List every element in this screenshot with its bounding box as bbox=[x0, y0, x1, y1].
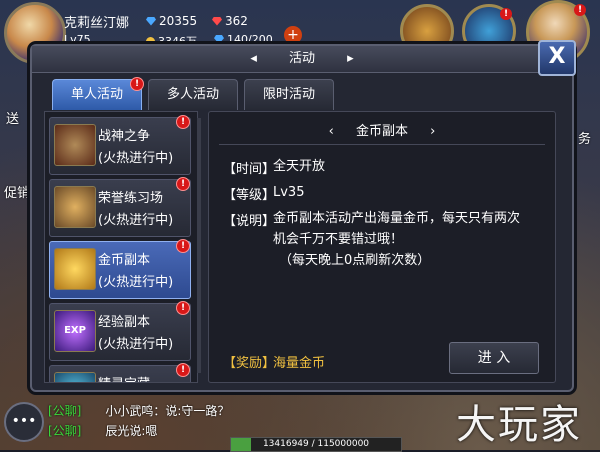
chat-text: 小小武鸣：说:守一路？ bbox=[105, 404, 230, 418]
dialog-title: 活动 bbox=[288, 51, 315, 66]
ruby-value: 362 bbox=[225, 14, 248, 28]
diamond-value: 20355 bbox=[159, 14, 198, 28]
activity-detail-panel: ‹ 金币副本 › 【时间】 全天开放 【等级】 Lv35 【说明】 金币副本活动… bbox=[208, 111, 556, 383]
divider bbox=[219, 144, 545, 145]
detail-chevron-right-icon: › bbox=[430, 124, 436, 139]
ruby-icon bbox=[212, 16, 222, 26]
chat-channel: [公聊] bbox=[48, 404, 82, 418]
activity-list[interactable]: 战神之争 (火热进行中) ! 荣誉练习场 (火热进行中) ! 金币副本 (火热进… bbox=[44, 111, 198, 383]
diamond-counter: 20355 bbox=[146, 14, 197, 28]
treasure-icon bbox=[54, 372, 96, 382]
description-label: 【说明】 bbox=[223, 214, 276, 229]
add-currency-button[interactable]: + bbox=[284, 26, 302, 44]
tab-label: 单人活动 bbox=[70, 87, 123, 102]
item-name: 战神之争 bbox=[98, 129, 151, 144]
exp-icon: EXP bbox=[54, 310, 96, 352]
chat-line: [公聊] 辰光说:嗯 bbox=[48, 422, 157, 439]
detail-title: 金币副本 bbox=[355, 124, 408, 139]
side-button-task[interactable]: 务 bbox=[578, 128, 591, 147]
list-item-war-god[interactable]: 战神之争 (火热进行中) bbox=[49, 117, 191, 175]
list-item-honor-arena[interactable]: 荣誉练习场 (火热进行中) bbox=[49, 179, 191, 237]
item-status: (火热进行中) bbox=[98, 213, 174, 228]
item-status: (火热进行中) bbox=[98, 337, 174, 352]
exp-text: 13416949 / 115000000 bbox=[262, 439, 370, 449]
list-item-spirit-treasure[interactable]: 精灵宝藏 bbox=[49, 365, 191, 382]
chat-bubble-icon[interactable]: ••• bbox=[4, 402, 44, 442]
detail-header: ‹ 金币副本 › bbox=[209, 120, 555, 139]
item-badge: ! bbox=[176, 239, 190, 253]
side-button-send[interactable]: 送 bbox=[6, 108, 19, 127]
stamina-icon bbox=[214, 35, 224, 44]
tab-multi-player[interactable]: 多人活动 bbox=[148, 79, 238, 110]
time-value: 全天开放 bbox=[273, 159, 326, 174]
player-name: 克莉丝汀娜 bbox=[64, 16, 130, 31]
chat-line: [公聊] 小小武鸣：说:守一路？ bbox=[48, 402, 229, 419]
dialog-title-bar: ◂ 活动 ▸ bbox=[32, 46, 572, 73]
enter-button[interactable]: 进 入 bbox=[449, 342, 539, 374]
helmet-icon bbox=[54, 124, 96, 166]
item-name: 精灵宝藏 bbox=[98, 373, 150, 382]
item-badge: ! bbox=[176, 115, 190, 129]
event-badge: ! bbox=[500, 8, 512, 20]
watermark-logo: 大玩家 bbox=[456, 402, 582, 448]
item-name: 荣誉练习场 bbox=[98, 191, 164, 206]
tab-single-badge: ! bbox=[130, 77, 144, 91]
item-badge: ! bbox=[176, 363, 190, 377]
item-badge: ! bbox=[176, 177, 190, 191]
gold-coins-icon bbox=[54, 248, 96, 290]
list-scrollbar[interactable] bbox=[197, 118, 201, 373]
hero-badge: ! bbox=[574, 4, 586, 16]
detail-chevron-left-icon: ‹ bbox=[328, 124, 334, 139]
reward-value: 海量金币 bbox=[273, 356, 326, 371]
title-chevron-right-icon: ▸ bbox=[347, 51, 354, 66]
item-name: 经验副本 bbox=[98, 315, 151, 330]
tab-single-player[interactable]: 单人活动 bbox=[52, 79, 142, 110]
item-badge: ! bbox=[176, 301, 190, 315]
title-chevron-left-icon: ◂ bbox=[250, 51, 257, 66]
close-button[interactable]: X bbox=[538, 40, 576, 76]
list-item-exp-dungeon[interactable]: EXP 经验副本 (火热进行中) bbox=[49, 303, 191, 361]
list-item-gold-dungeon[interactable]: 金币副本 (火热进行中) bbox=[49, 241, 191, 299]
item-status: (火热进行中) bbox=[98, 151, 174, 166]
item-status: (火热进行中) bbox=[98, 275, 174, 290]
tab-label: 多人活动 bbox=[166, 87, 219, 102]
diamond-icon bbox=[146, 16, 156, 26]
description-line-2: 机会千万不要错过哦！ bbox=[273, 232, 404, 247]
activity-dialog: ◂ 活动 ▸ X 单人活动 ! 多人活动 限时活动 战神之争 (火热进行中) !… bbox=[30, 40, 576, 392]
tab-limited-time[interactable]: 限时活动 bbox=[244, 79, 334, 110]
level-value: Lv35 bbox=[273, 185, 305, 200]
description-line-3: （每天晚上0点刷新次数） bbox=[279, 253, 431, 268]
chat-text: 辰光说:嗯 bbox=[105, 424, 158, 438]
tab-label: 限时活动 bbox=[262, 87, 315, 102]
side-button-promo[interactable]: 促销 bbox=[4, 182, 30, 201]
ruby-counter: 362 bbox=[212, 14, 248, 28]
time-label: 【时间】 bbox=[223, 162, 276, 177]
reward-label: 【奖励】 bbox=[223, 356, 276, 371]
level-label: 【等级】 bbox=[223, 188, 276, 203]
warrior-icon bbox=[54, 186, 96, 228]
chat-channel: [公聊] bbox=[48, 424, 82, 438]
item-name: 金币副本 bbox=[98, 253, 151, 268]
description-line-1: 金币副本活动产出海量金币，每天只有两次 bbox=[273, 211, 521, 226]
